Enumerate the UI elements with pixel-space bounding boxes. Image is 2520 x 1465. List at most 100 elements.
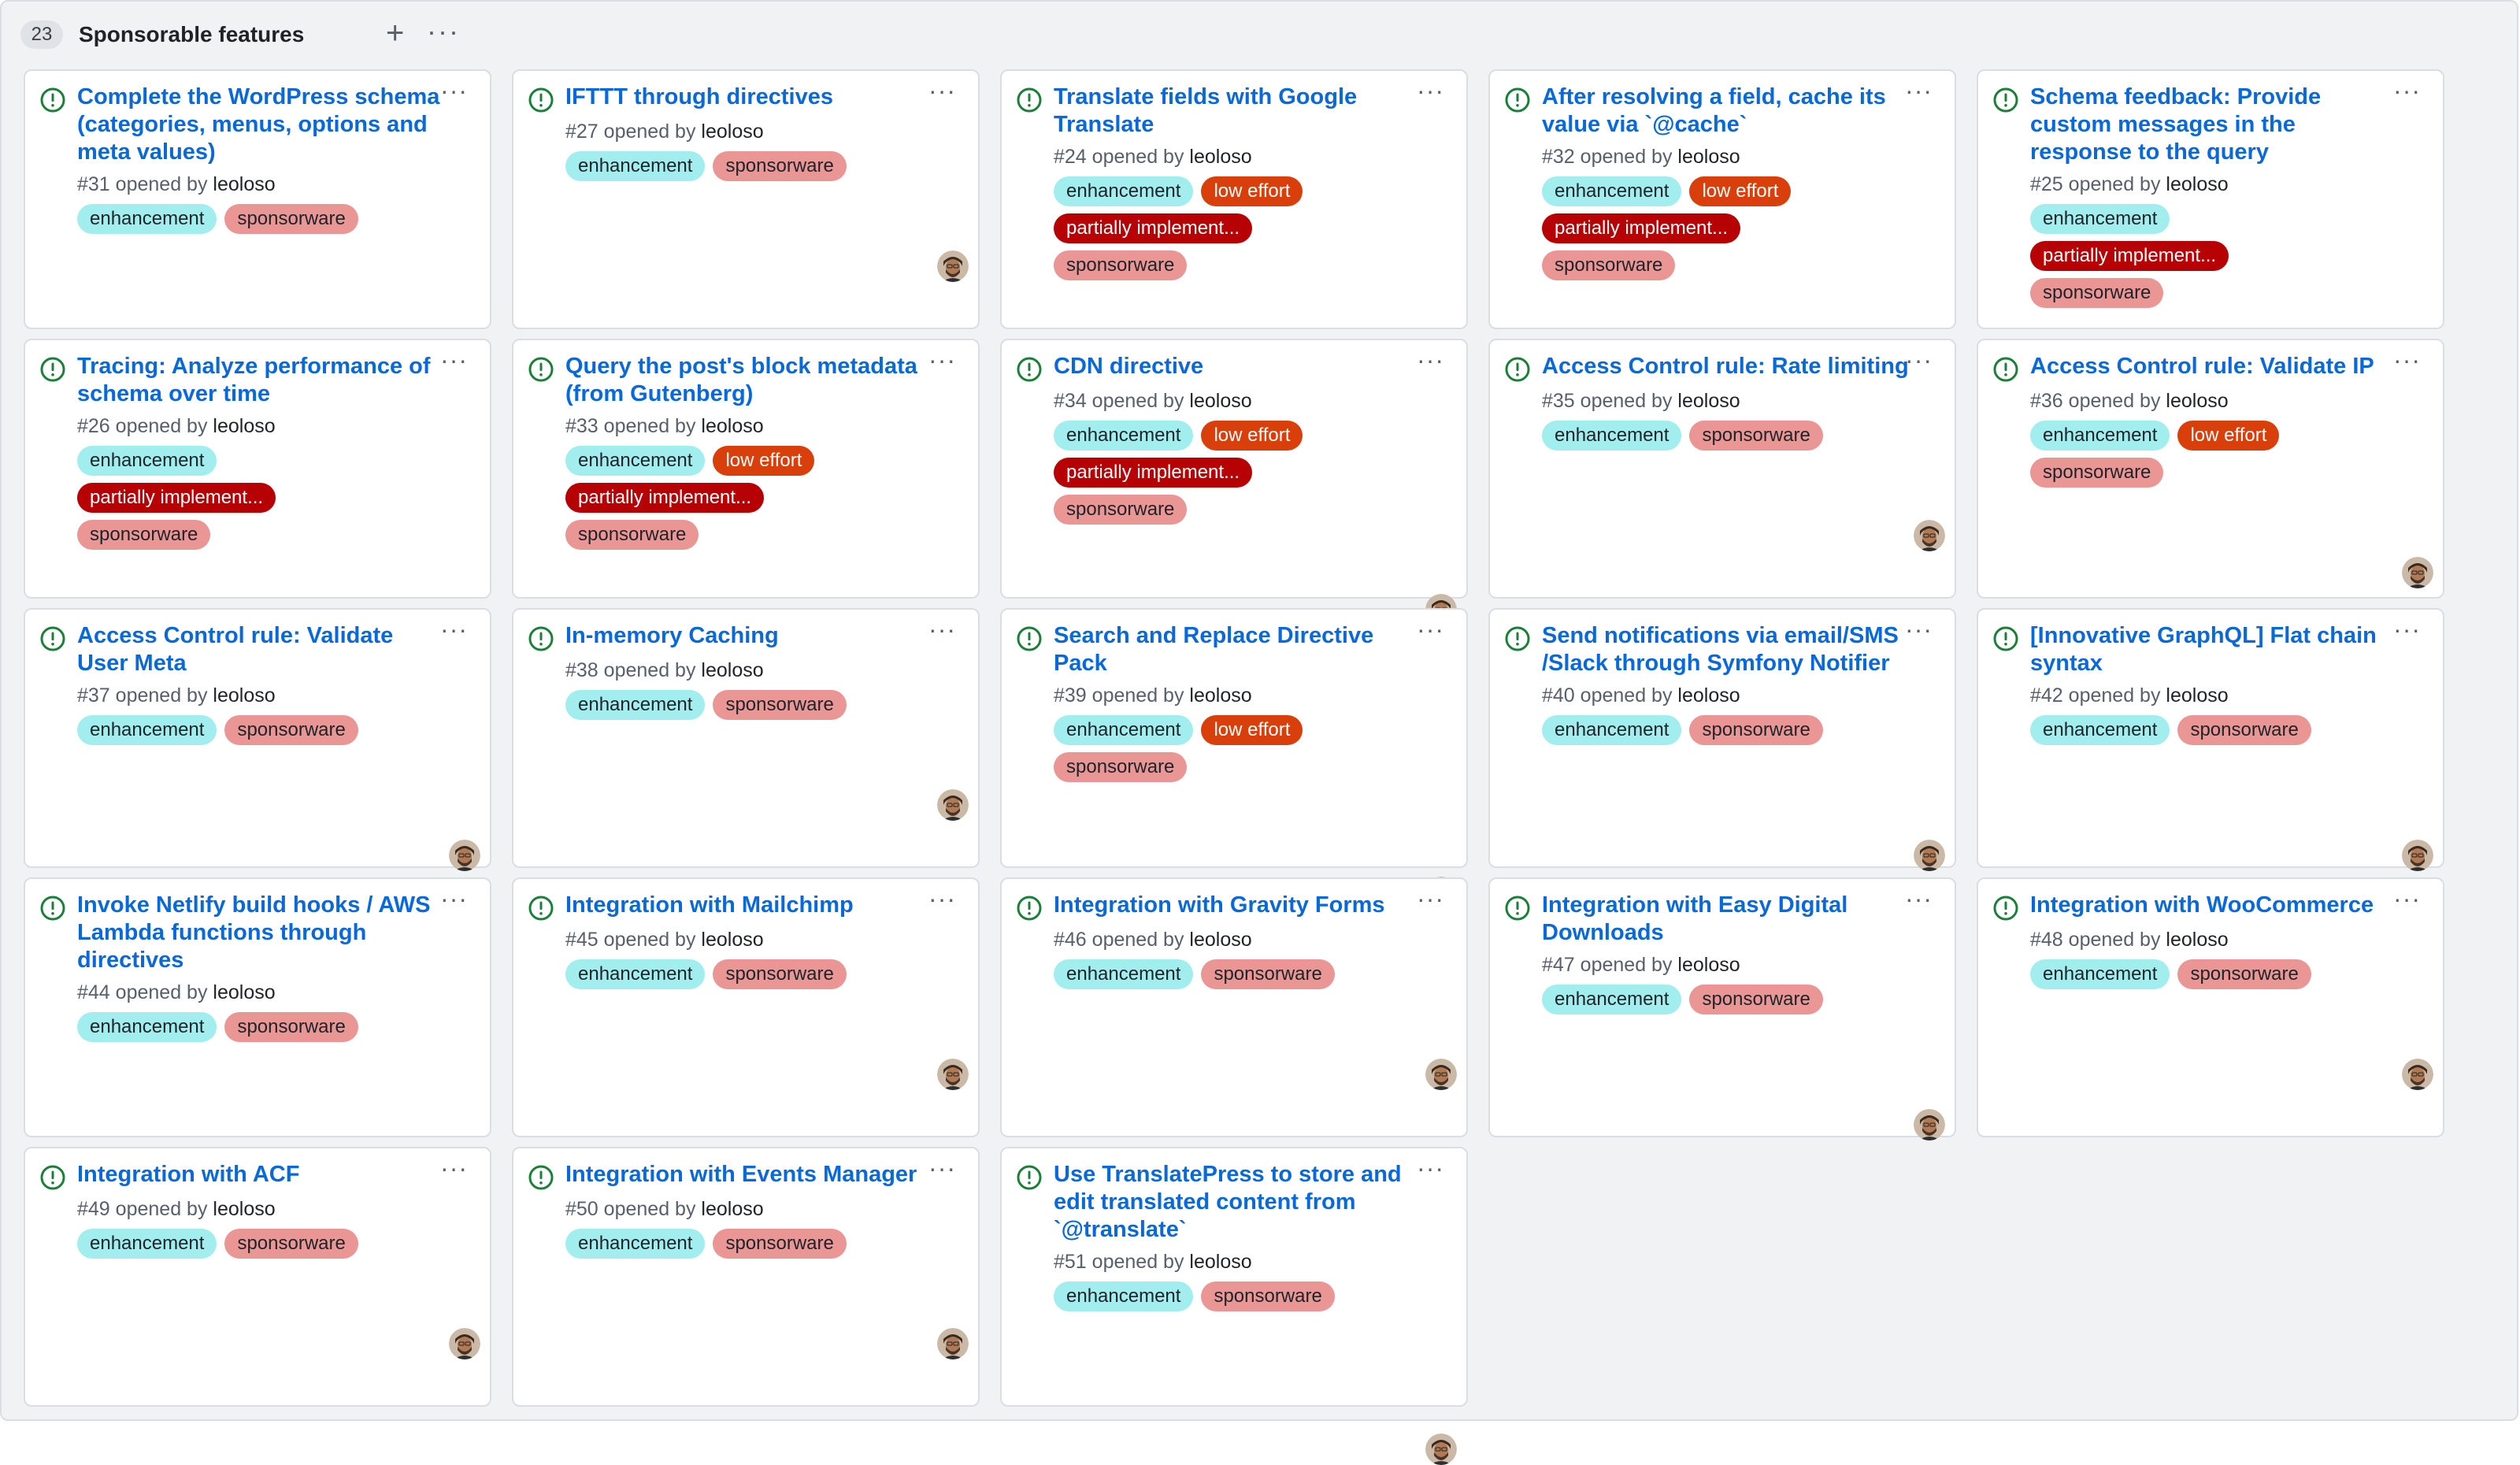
card-title-link[interactable]: Tracing: Analyze performance of schema o… — [77, 353, 479, 408]
label-enhancement[interactable]: enhancement — [2030, 959, 2170, 989]
card-more-icon[interactable]: ··· — [1905, 886, 1933, 911]
card-more-icon[interactable]: ··· — [2393, 617, 2421, 642]
label-enhancement[interactable]: enhancement — [77, 715, 217, 745]
card-title-link[interactable]: Integration with ACF — [77, 1161, 479, 1189]
card-title-link[interactable]: Search and Replace Directive Pack — [1054, 622, 1455, 677]
label-sponsorware[interactable]: sponsorware — [2177, 715, 2311, 745]
author-link[interactable]: leoloso — [2166, 929, 2228, 951]
card-more-icon[interactable]: ··· — [928, 617, 956, 642]
label-enhancement[interactable]: enhancement — [2030, 204, 2170, 234]
issue-card[interactable]: Use TranslatePress to store and edit tra… — [1000, 1147, 1468, 1465]
avatar[interactable] — [1425, 1433, 1457, 1465]
label-sponsorware[interactable]: sponsorware — [2030, 278, 2164, 308]
issue-card[interactable]: Access Control rule: Rate limiting ··· #… — [1488, 339, 1956, 599]
label-enhancement[interactable]: enhancement — [1542, 421, 1682, 451]
label-partially-implemented[interactable]: partially implement... — [1054, 458, 1253, 488]
card-more-icon[interactable]: ··· — [1417, 1155, 1444, 1181]
card-title-link[interactable]: Access Control rule: Validate User Meta — [77, 622, 479, 677]
card-title-link[interactable]: Query the post's block metadata (from Gu… — [565, 353, 967, 408]
avatar[interactable] — [2402, 840, 2433, 871]
issue-card[interactable]: After resolving a field, cache its value… — [1488, 69, 1956, 406]
label-sponsorware[interactable]: sponsorware — [1054, 495, 1188, 525]
label-sponsorware[interactable]: sponsorware — [1689, 985, 1823, 1014]
card-title-link[interactable]: Use TranslatePress to store and edit tra… — [1054, 1161, 1455, 1244]
card-more-icon[interactable]: ··· — [1417, 886, 1444, 911]
card-title-link[interactable]: Send notifications via email/SMS /Slack … — [1542, 622, 1944, 677]
avatar[interactable] — [2402, 1059, 2433, 1090]
author-link[interactable]: leoloso — [1677, 954, 1740, 976]
issue-card[interactable]: CDN directive ··· #34 opened by leoloso … — [1000, 339, 1468, 625]
author-link[interactable]: leoloso — [1189, 390, 1251, 412]
card-more-icon[interactable]: ··· — [440, 886, 468, 911]
label-partially-implemented[interactable]: partially implement... — [1054, 213, 1253, 243]
card-title-link[interactable]: Complete the WordPress schema (categorie… — [77, 83, 479, 166]
issue-card[interactable]: Integration with Mailchimp ··· #45 opene… — [512, 877, 980, 1137]
issue-card[interactable]: Search and Replace Directive Pack ··· #3… — [1000, 608, 1468, 908]
card-title-link[interactable]: In-memory Caching — [565, 622, 967, 650]
card-more-icon[interactable]: ··· — [440, 617, 468, 642]
card-title-link[interactable]: Schema feedback: Provide custom messages… — [2030, 83, 2432, 166]
label-enhancement[interactable]: enhancement — [77, 1229, 217, 1259]
card-more-icon[interactable]: ··· — [1905, 78, 1933, 103]
issue-card[interactable]: Access Control rule: Validate IP ··· #36… — [1977, 339, 2444, 599]
card-more-icon[interactable]: ··· — [1417, 617, 1444, 642]
label-low-effort[interactable]: low effort — [1201, 176, 1303, 206]
author-link[interactable]: leoloso — [701, 929, 763, 951]
label-sponsorware[interactable]: sponsorware — [224, 1012, 358, 1042]
author-link[interactable]: leoloso — [213, 981, 275, 1003]
avatar[interactable] — [937, 1328, 969, 1359]
label-sponsorware[interactable]: sponsorware — [565, 520, 699, 550]
issue-card[interactable]: Query the post's block metadata (from Gu… — [512, 339, 980, 676]
label-enhancement[interactable]: enhancement — [1542, 985, 1682, 1014]
author-link[interactable]: leoloso — [213, 684, 275, 707]
label-sponsorware[interactable]: sponsorware — [2177, 959, 2311, 989]
label-enhancement[interactable]: enhancement — [565, 690, 706, 720]
author-link[interactable]: leoloso — [1677, 146, 1740, 168]
card-title-link[interactable]: After resolving a field, cache its value… — [1542, 83, 1944, 139]
label-low-effort[interactable]: low effort — [2177, 421, 2280, 451]
author-link[interactable]: leoloso — [1189, 1251, 1251, 1273]
avatar[interactable] — [937, 789, 969, 821]
label-sponsorware[interactable]: sponsorware — [713, 959, 847, 989]
label-enhancement[interactable]: enhancement — [77, 446, 217, 476]
label-enhancement[interactable]: enhancement — [1542, 176, 1682, 206]
label-enhancement[interactable]: enhancement — [1542, 715, 1682, 745]
label-enhancement[interactable]: enhancement — [1054, 421, 1194, 451]
card-title-link[interactable]: Integration with WooCommerce — [2030, 892, 2432, 919]
author-link[interactable]: leoloso — [701, 1198, 763, 1220]
card-more-icon[interactable]: ··· — [2393, 347, 2421, 373]
author-link[interactable]: leoloso — [701, 659, 763, 681]
issue-card[interactable]: Integration with Events Manager ··· #50 … — [512, 1147, 980, 1407]
author-link[interactable]: leoloso — [2166, 684, 2228, 707]
issue-card[interactable]: Integration with ACF ··· #49 opened by l… — [24, 1147, 491, 1407]
card-more-icon[interactable]: ··· — [1417, 78, 1444, 103]
card-more-icon[interactable]: ··· — [1417, 347, 1444, 373]
label-low-effort[interactable]: low effort — [1201, 715, 1303, 745]
issue-card[interactable]: Integration with WooCommerce ··· #48 ope… — [1977, 877, 2444, 1137]
issue-card[interactable]: In-memory Caching ··· #38 opened by leol… — [512, 608, 980, 868]
label-enhancement[interactable]: enhancement — [2030, 421, 2170, 451]
avatar[interactable] — [937, 250, 969, 282]
label-partially-implemented[interactable]: partially implement... — [565, 483, 765, 513]
label-enhancement[interactable]: enhancement — [565, 151, 706, 181]
label-enhancement[interactable]: enhancement — [77, 1012, 217, 1042]
label-sponsorware[interactable]: sponsorware — [224, 715, 358, 745]
author-link[interactable]: leoloso — [701, 415, 763, 437]
card-title-link[interactable]: IFTTT through directives — [565, 83, 967, 111]
label-sponsorware[interactable]: sponsorware — [224, 1229, 358, 1259]
label-sponsorware[interactable]: sponsorware — [1054, 752, 1188, 782]
author-link[interactable]: leoloso — [213, 1198, 275, 1220]
add-card-icon[interactable]: + — [386, 16, 404, 50]
issue-card[interactable]: Access Control rule: Validate User Meta … — [24, 608, 491, 871]
avatar[interactable] — [1425, 1059, 1457, 1090]
card-title-link[interactable]: CDN directive — [1054, 353, 1455, 380]
issue-card[interactable]: Integration with Gravity Forms ··· #46 o… — [1000, 877, 1468, 1137]
label-sponsorware[interactable]: sponsorware — [2030, 458, 2164, 488]
avatar[interactable] — [1914, 1109, 1945, 1140]
avatar[interactable] — [2402, 557, 2433, 588]
card-more-icon[interactable]: ··· — [928, 78, 956, 103]
avatar[interactable] — [1914, 840, 1945, 871]
label-low-effort[interactable]: low effort — [713, 446, 815, 476]
avatar[interactable] — [449, 840, 480, 871]
card-more-icon[interactable]: ··· — [1905, 347, 1933, 373]
